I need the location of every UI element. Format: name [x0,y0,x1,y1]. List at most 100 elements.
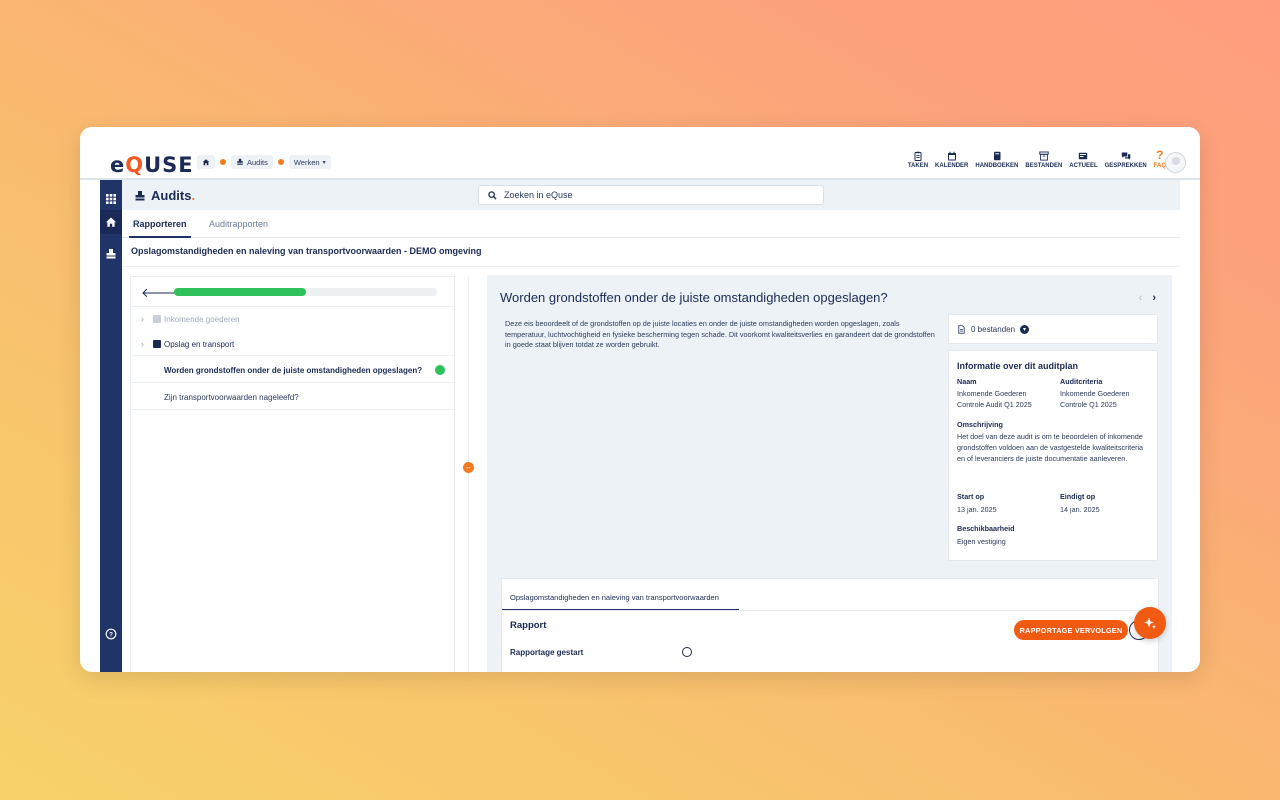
breadcrumb-separator-icon [220,159,226,165]
page-title: Audits. [134,188,195,203]
tab-rapporteren[interactable]: Rapporteren [133,219,187,229]
progress-fill [174,288,306,296]
divider [122,266,1180,267]
breadcrumb: Audits Werken ▾ [197,155,331,169]
info-value: Het doel van deze audit is om te beoorde… [957,432,1144,464]
navigator-header: 🡐 [131,277,454,307]
nav-gesprekken[interactable]: GESPREKKEN [1105,151,1147,169]
question-description: Deze eis beoordeelt of de grondstoffen o… [505,319,935,350]
info-label: Omschrijving [957,420,1003,429]
breadcrumb-label: Werken [293,157,320,167]
tree-item-inkomende-goederen[interactable]: › Inkomende goederen [131,312,454,326]
chevron-right-icon: › [141,339,144,349]
top-navigation: TAKEN KALENDER HANDBOEKEN BESTANDEN ACTU… [908,148,1166,169]
divider [131,409,454,410]
question-item-active[interactable]: Worden grondstoffen onder de juiste omst… [131,365,454,380]
stamp-icon[interactable] [105,248,117,260]
news-icon [1079,152,1088,160]
tree-item-label: Inkomende goederen [164,314,240,324]
info-value: Inkomende Goederen Controle Q1 2025 [1060,389,1130,410]
chevron-down-icon: ▾ [1020,324,1030,334]
svg-text:?: ? [109,632,113,639]
chevron-down-icon: ▾ [322,159,326,166]
report-heading: Rapport [510,620,547,631]
progress-bar [174,288,437,296]
question-icon: ? [1156,148,1164,162]
chevron-left-icon[interactable]: ‹ [1139,292,1143,304]
breadcrumb-home[interactable] [197,155,215,169]
info-heading: Informatie over dit auditplan [957,361,1079,371]
nav-label: ACTUEEL [1069,163,1098,169]
book-icon [993,151,1001,161]
breadcrumb-label: Audits [247,157,268,167]
question-label: Zijn transportvoorwaarden nageleefd? [164,393,299,402]
info-circle-icon[interactable] [682,647,692,657]
info-label: Beschikbaarheid [957,524,1015,533]
clipboard-icon [914,151,922,161]
files-dropdown[interactable]: 0 bestanden ▾ [948,314,1158,344]
page-title-dot: . [191,188,196,203]
nav-faq[interactable]: ? FAQ [1154,148,1166,169]
question-item[interactable]: Zijn transportvoorwaarden nageleefd? [131,393,454,407]
info-value: Inkomende Goederen Controle Audit Q1 202… [957,389,1032,410]
chat-icon [1121,152,1130,160]
logo[interactable]: eQUSE [110,153,194,177]
page-header: Audits. Zoeken in eQuse [122,180,1180,210]
divider [502,610,1158,611]
active-tab-indicator [129,236,191,238]
ai-assistant-button[interactable] [1134,607,1166,639]
nav-label: TAKEN [907,163,929,169]
document-icon [958,324,965,334]
archive-icon [1039,151,1049,161]
breadcrumb-separator-icon [277,159,284,165]
nav-taken[interactable]: TAKEN [908,151,928,169]
info-value: 13 jan. 2025 [957,505,997,514]
home-icon [202,159,210,166]
breadcrumb-audits[interactable]: Audits [231,155,273,169]
search-input[interactable]: Zoeken in eQuse [478,185,824,205]
continue-report-button[interactable]: RAPPORTAGE VERVOLGEN [1014,620,1128,640]
report-started-label: Rapportage gestart [510,648,584,657]
nav-bestanden[interactable]: BESTANDEN [1025,151,1062,169]
resize-handle-icon[interactable]: ↔ [463,462,474,473]
nav-kalender[interactable]: KALENDER [935,151,968,169]
info-value: Eigen vestiging [957,537,1006,546]
page-title-text: Audits [151,188,192,203]
user-avatar[interactable] [1165,152,1186,173]
nav-label: HANDBOEKEN [975,163,1019,169]
nav-actueel[interactable]: ACTUEEL [1069,151,1098,169]
help-circle-icon[interactable]: ? [105,628,117,640]
chevron-right-icon[interactable]: › [1152,292,1156,304]
list-icon [153,315,161,323]
back-arrow-icon[interactable]: 🡐 [141,285,176,301]
info-label: Naam [957,377,977,386]
apps-grid-icon[interactable] [105,193,117,205]
report-section: Opslagomstandigheden en naleving van tra… [501,578,1159,672]
tree-item-label: Opslag en transport [164,339,235,349]
divider [131,382,454,383]
tab-auditrapporten[interactable]: Auditrapporten [209,219,268,229]
left-sidebar: ? [100,180,122,672]
files-count: 0 bestanden [971,324,1016,334]
info-label: Start op [957,492,985,501]
sparkle-icon [1144,617,1157,629]
tab-report-section[interactable]: Opslagomstandigheden en naleving van tra… [510,593,719,602]
app-window: eQUSE Audits Werken ▾ TAKEN KALENDER HAN… [80,127,1200,672]
nav-label: KALENDER [935,163,969,169]
tree-item-opslag-en-transport[interactable]: › Opslag en transport [131,337,454,351]
calendar-icon [947,151,956,161]
nav-label: GESPREKKEN [1104,163,1147,169]
panel-divider [468,276,469,672]
breadcrumb-werken-dropdown[interactable]: Werken ▾ [288,155,331,169]
list-icon [153,340,161,348]
audit-plan-info: Informatie over dit auditplan Naam Inkom… [948,350,1158,561]
tab-bar: Rapporteren Auditrapporten [122,210,1180,238]
search-placeholder: Zoeken in eQuse [504,190,573,200]
home-icon [106,217,116,227]
chevron-right-icon: › [141,314,144,324]
nav-handboeken[interactable]: HANDBOEKEN [975,151,1018,169]
info-value: 14 jan. 2025 [1060,505,1100,514]
divider [131,355,454,356]
sidebar-item-home[interactable] [100,210,122,234]
info-label: Auditcriteria [1060,377,1103,386]
